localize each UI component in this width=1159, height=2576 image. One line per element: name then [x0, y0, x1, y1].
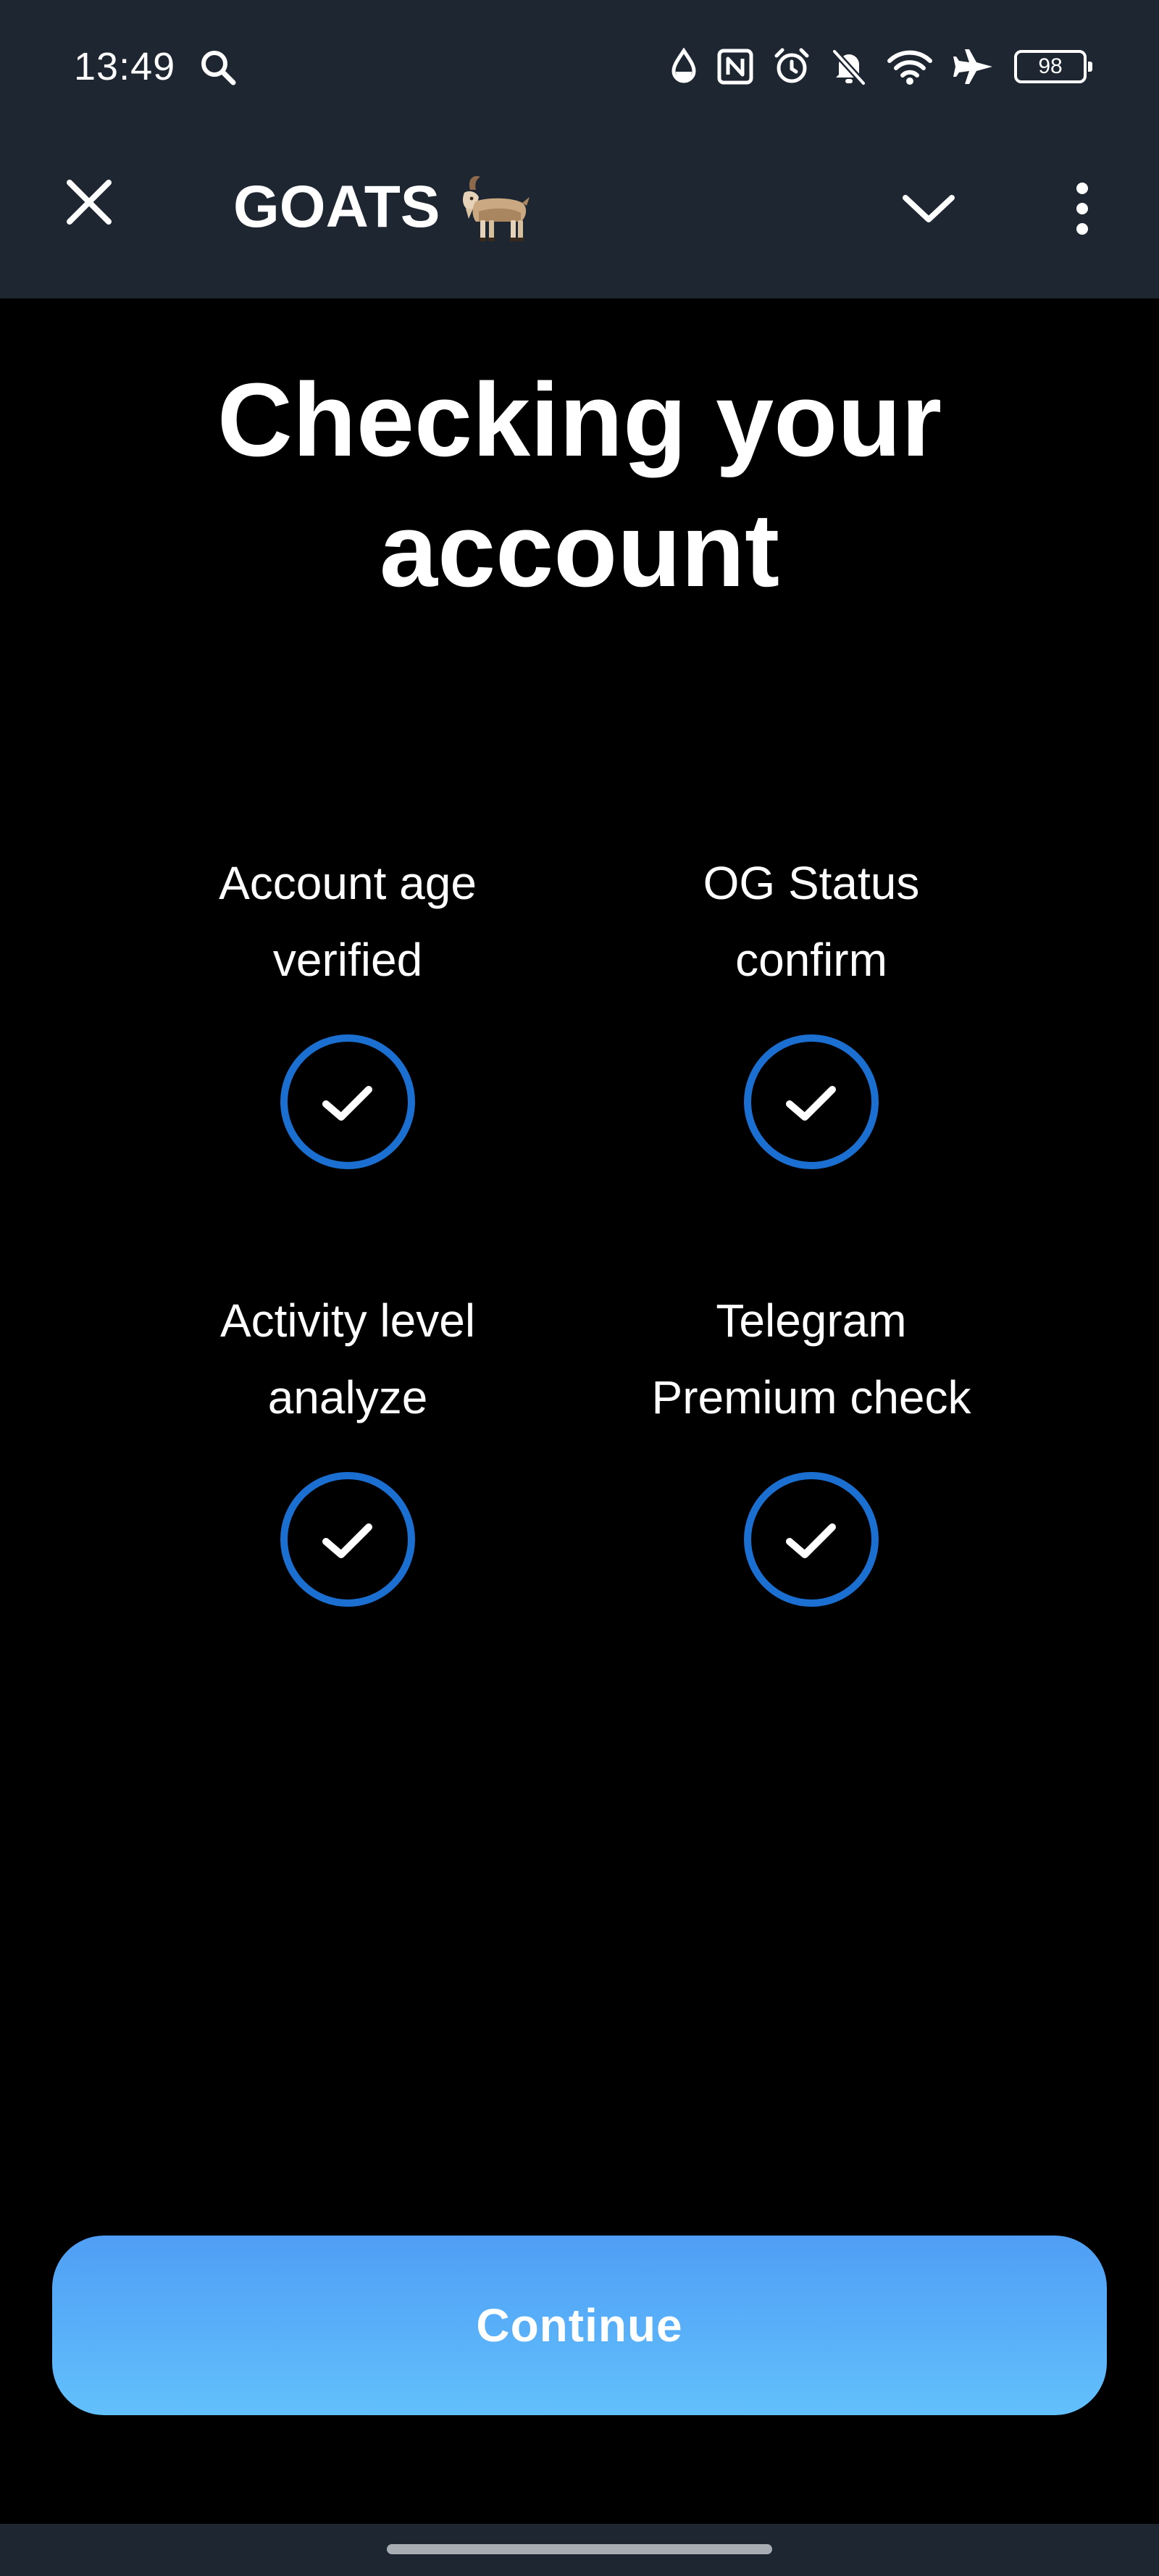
continue-button[interactable]: Continue	[52, 2236, 1107, 2415]
check-label-line-1: Account age	[219, 857, 477, 909]
check-label-line-1: OG Status	[703, 857, 920, 909]
collapse-button[interactable]	[891, 171, 966, 246]
check-item-account-age: Account age verified	[123, 845, 572, 1171]
alarm-icon	[774, 48, 809, 83]
check-item-telegram-premium: Telegram Premium check	[587, 1282, 1036, 1608]
app-title: GOATS	[233, 171, 534, 243]
battery-icon: 98	[1014, 50, 1092, 83]
check-label-line-2: Premium check	[651, 1371, 971, 1423]
status-time: 13:49	[74, 45, 176, 88]
close-icon	[67, 180, 112, 225]
check-item-og-status: OG Status confirm	[587, 845, 1036, 1171]
status-icons: 98	[669, 43, 1092, 90]
check-label: Account age verified	[123, 845, 572, 998]
check-label-line-2: confirm	[735, 934, 887, 986]
app-title-text: GOATS	[233, 174, 440, 240]
wifi-icon	[887, 50, 932, 85]
page-title: Checking your account	[0, 355, 1159, 616]
close-button[interactable]	[51, 164, 127, 241]
check-label: Telegram Premium check	[587, 1282, 1036, 1436]
check-label-line-1: Activity level	[219, 1295, 476, 1347]
check-label: Activity level analyze	[123, 1282, 572, 1436]
check-label-line-2: analyze	[267, 1371, 428, 1423]
battery-level: 98	[1038, 54, 1063, 78]
navigation-bar	[0, 2524, 1159, 2576]
check-circle-icon	[280, 1034, 415, 1169]
check-item-activity-level: Activity level analyze	[123, 1282, 572, 1608]
more-options-button[interactable]	[1045, 171, 1120, 246]
check-circle-icon	[744, 1472, 879, 1607]
water-drop-icon	[671, 48, 696, 83]
check-label-line-1: Telegram	[716, 1295, 907, 1347]
page-title-line-1: Checking your	[217, 361, 942, 478]
page-title-line-2: account	[379, 492, 780, 609]
status-bar: 13:49 98	[0, 0, 1159, 130]
nfc-icon	[717, 49, 753, 85]
search-icon	[201, 51, 236, 85]
bell-off-icon	[832, 49, 866, 86]
chevron-down-icon	[903, 195, 955, 222]
check-label-line-2: verified	[272, 934, 423, 986]
check-label: OG Status confirm	[587, 845, 1036, 998]
check-circle-icon	[744, 1034, 879, 1169]
check-circle-icon	[280, 1472, 415, 1607]
goat-icon	[463, 175, 530, 241]
more-vertical-icon	[1076, 183, 1088, 235]
airplane-icon	[953, 49, 992, 84]
home-indicator[interactable]	[387, 2544, 772, 2554]
continue-button-label: Continue	[476, 2299, 683, 2351]
app-header	[0, 130, 1159, 298]
